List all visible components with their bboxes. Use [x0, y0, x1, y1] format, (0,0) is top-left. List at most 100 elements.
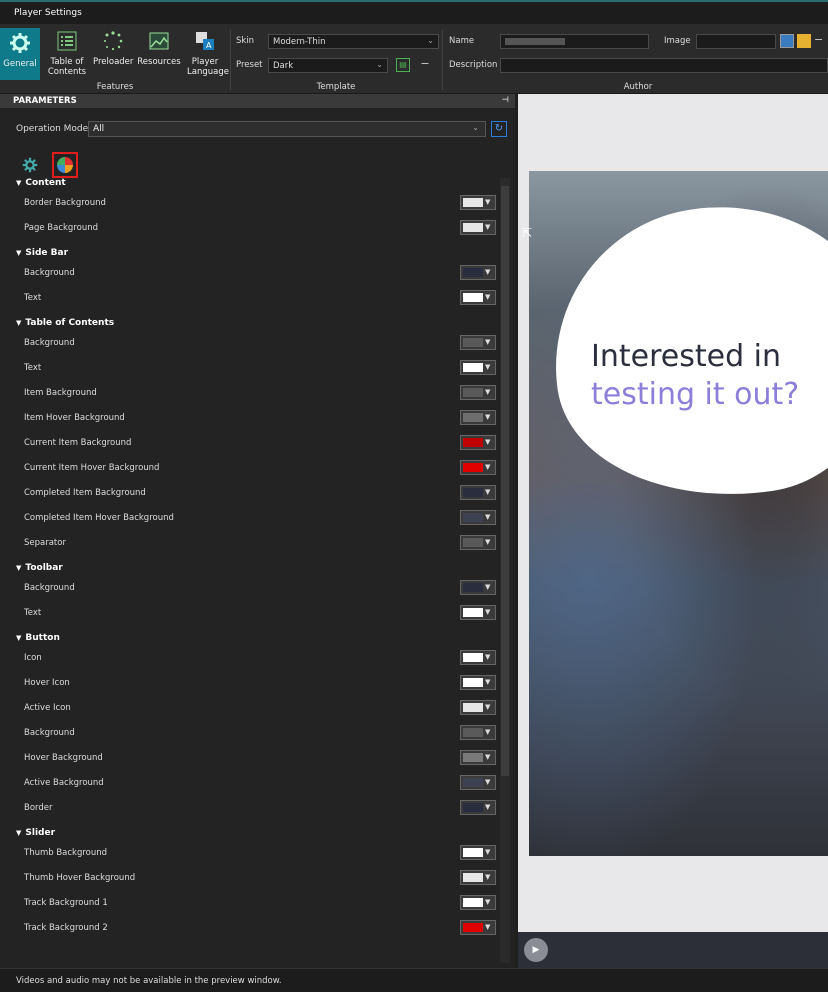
- setting-label: Border: [24, 803, 53, 813]
- color-picker-button[interactable]: ▼: [460, 385, 496, 400]
- color-swatch: [463, 388, 483, 397]
- color-picker-button[interactable]: ▼: [460, 920, 496, 935]
- section-header[interactable]: ▼ Toolbar: [16, 563, 63, 573]
- description-field[interactable]: [500, 58, 828, 73]
- color-swatch: [463, 268, 483, 277]
- toc-label: Table of Contents: [47, 57, 87, 77]
- setting-label: Hover Icon: [24, 678, 70, 688]
- color-swatch: [463, 678, 483, 687]
- color-swatch: [463, 538, 483, 547]
- operation-mode-select[interactable]: All ⌄: [88, 121, 486, 137]
- remove-preset-icon[interactable]: −: [418, 58, 432, 72]
- setting-label: Active Icon: [24, 703, 71, 713]
- play-icon[interactable]: ▶: [524, 938, 548, 962]
- color-picker-button[interactable]: ▼: [460, 195, 496, 210]
- section-header[interactable]: ▼ Side Bar: [16, 248, 68, 258]
- scrollbar[interactable]: [500, 178, 510, 963]
- description-label: Description: [449, 60, 498, 70]
- setting-label: Thumb Hover Background: [24, 873, 136, 883]
- color-picker-button[interactable]: ▼: [460, 870, 496, 885]
- image-field[interactable]: [696, 34, 776, 49]
- color-picker-button[interactable]: ▼: [460, 535, 496, 550]
- color-picker-button[interactable]: ▼: [460, 725, 496, 740]
- preset-label: Preset: [236, 60, 263, 70]
- color-swatch: [463, 583, 483, 592]
- tab-colors[interactable]: [52, 152, 78, 178]
- pin-icon[interactable]: ⊣: [502, 95, 509, 104]
- general-button[interactable]: General: [0, 28, 40, 80]
- color-swatch: [463, 778, 483, 787]
- dropdown-arrow-icon: ▼: [485, 583, 491, 591]
- section-header[interactable]: ▼ Slider: [16, 828, 55, 838]
- color-swatch: [463, 293, 483, 302]
- color-picker-button[interactable]: ▼: [460, 700, 496, 715]
- section-title: Table of Contents: [25, 318, 115, 328]
- dropdown-arrow-icon: ▼: [485, 873, 491, 881]
- collapse-triangle-icon: ▼: [16, 829, 22, 837]
- color-picker-button[interactable]: ▼: [460, 410, 496, 425]
- color-picker-button[interactable]: ▼: [460, 220, 496, 235]
- dropdown-arrow-icon: ▼: [485, 488, 491, 496]
- dropdown-arrow-icon: ▼: [485, 728, 491, 736]
- color-picker-button[interactable]: ▼: [460, 605, 496, 620]
- color-swatch: [463, 438, 483, 447]
- preloader-button[interactable]: Preloader: [93, 28, 133, 67]
- color-picker-button[interactable]: ▼: [460, 750, 496, 765]
- color-picker-button[interactable]: ▼: [460, 775, 496, 790]
- color-picker-button[interactable]: ▼: [460, 435, 496, 450]
- preset-value: Dark: [273, 61, 294, 71]
- headline-line-2: testing it out?: [591, 377, 800, 412]
- color-picker-button[interactable]: ▼: [460, 675, 496, 690]
- color-picker-button[interactable]: ▼: [460, 360, 496, 375]
- dropdown-arrow-icon: ▼: [485, 898, 491, 906]
- section-header[interactable]: ▼ Table of Contents: [16, 318, 114, 328]
- tab-general-settings[interactable]: [17, 152, 43, 178]
- color-swatch: [463, 338, 483, 347]
- section-header[interactable]: ▼ Content: [16, 178, 66, 188]
- color-swatch: [463, 753, 483, 762]
- scrollbar-thumb[interactable]: [501, 186, 509, 776]
- ribbon: General Table of Contents Preloader Reso…: [0, 24, 828, 94]
- skin-select[interactable]: Modern-Thin ⌄: [268, 34, 439, 49]
- color-picker-button[interactable]: ▼: [460, 895, 496, 910]
- color-picker-button[interactable]: ▼: [460, 800, 496, 815]
- table-of-contents-button[interactable]: Table of Contents: [42, 28, 92, 77]
- color-picker-button[interactable]: ▼: [460, 335, 496, 350]
- name-field[interactable]: [500, 34, 649, 49]
- preset-select[interactable]: Dark ⌄: [268, 58, 388, 73]
- color-picker-button[interactable]: ▼: [460, 460, 496, 475]
- color-picker-button[interactable]: ▼: [460, 290, 496, 305]
- setting-label: Item Hover Background: [24, 413, 125, 423]
- refresh-icon[interactable]: ↻: [491, 121, 507, 137]
- parameters-panel: Operation Mode All ⌄ ↻ ▼ Content Border Ba…: [0, 108, 515, 968]
- resources-button[interactable]: Resources: [137, 28, 181, 67]
- section-title: Slider: [25, 828, 56, 838]
- color-picker-button[interactable]: ▼: [460, 265, 496, 280]
- dropdown-arrow-icon: ▼: [485, 848, 491, 856]
- section-header[interactable]: ▼ Button: [16, 633, 60, 643]
- svg-text:A: A: [206, 41, 212, 50]
- setting-label: Background: [24, 728, 75, 738]
- color-picker-button[interactable]: ▼: [460, 650, 496, 665]
- resources-label: Resources: [137, 57, 181, 67]
- gear-icon: [7, 30, 33, 56]
- folder-icon[interactable]: [797, 34, 811, 48]
- save-preset-icon[interactable]: ▤: [396, 58, 410, 72]
- dropdown-arrow-icon: ▼: [485, 413, 491, 421]
- features-group-label: Features: [96, 82, 134, 92]
- divider: [442, 30, 443, 90]
- color-picker-button[interactable]: ▼: [460, 510, 496, 525]
- setting-label: Background: [24, 268, 75, 278]
- color-swatch: [463, 873, 483, 882]
- dropdown-arrow-icon: ▼: [485, 923, 491, 931]
- section-title: Toolbar: [25, 563, 63, 573]
- dropdown-arrow-icon: ▼: [485, 363, 491, 371]
- setting-label: Current Item Background: [24, 438, 132, 448]
- color-picker-button[interactable]: ▼: [460, 845, 496, 860]
- color-picker-button[interactable]: ▼: [460, 580, 496, 595]
- image-preview-icon[interactable]: [780, 34, 794, 48]
- player-language-button[interactable]: A Player Language: [184, 28, 229, 77]
- remove-image-icon[interactable]: −: [814, 34, 828, 48]
- color-picker-button[interactable]: ▼: [460, 485, 496, 500]
- color-swatch: [463, 728, 483, 737]
